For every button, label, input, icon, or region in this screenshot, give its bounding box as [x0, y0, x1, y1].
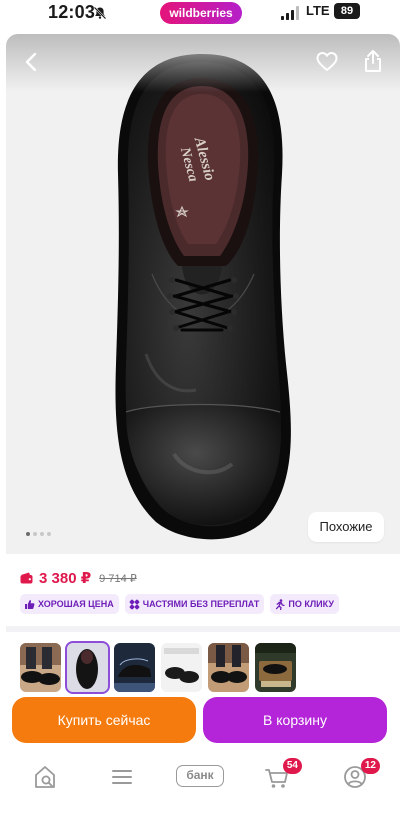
add-to-cart-button[interactable]: В корзину	[203, 697, 387, 743]
section-divider	[6, 626, 400, 632]
badge-label: ХОРОШАЯ ЦЕНА	[38, 599, 114, 609]
gallery-thumbnails	[20, 641, 296, 694]
signal-icon	[281, 6, 299, 20]
thumbnail-image	[20, 643, 61, 692]
carousel-dots	[26, 532, 51, 536]
share-icon[interactable]	[361, 48, 385, 74]
carousel-dot	[33, 532, 37, 536]
bank-tab[interactable]: банк	[176, 765, 224, 787]
brand-pill: wildberries	[160, 2, 242, 24]
battery-indicator: 89	[334, 3, 360, 19]
thumbnail-image	[114, 643, 155, 692]
wallet-icon	[20, 572, 33, 584]
gallery-thumbnail[interactable]	[161, 643, 202, 692]
muted-bell-icon	[93, 6, 107, 20]
thumbnail-image	[208, 643, 249, 692]
gallery-thumbnail[interactable]	[20, 643, 61, 692]
thumbs-up-icon	[25, 599, 35, 609]
gallery-thumbnail[interactable]	[114, 643, 155, 692]
thumbnail-image	[255, 643, 296, 692]
bottom-navigation: банк 54 12	[0, 754, 406, 804]
hero-top-gradient	[6, 34, 400, 92]
carousel-dot	[26, 532, 30, 536]
thumbnail-image	[67, 643, 108, 692]
badge-label: ПО КЛИКУ	[288, 599, 334, 609]
similar-button[interactable]: Похожие	[308, 512, 384, 542]
gallery-thumbnail[interactable]	[255, 643, 296, 692]
thumbnail-image	[161, 643, 202, 692]
carousel-dot	[40, 532, 44, 536]
badge-one-click[interactable]: ПО КЛИКУ	[270, 594, 339, 614]
product-photo-shoe: Alessio Nesca	[115, 54, 291, 540]
runner-icon	[276, 598, 286, 610]
buy-now-button[interactable]: Купить сейчас	[12, 697, 196, 743]
product-image-carousel[interactable]: Alessio Nesca Похожие	[6, 34, 400, 554]
cart-tab[interactable]: 54	[264, 758, 302, 792]
status-bar: 12:03 wildberries LTE 89	[0, 0, 406, 28]
network-type: LTE	[306, 3, 330, 18]
badge-label: ЧАСТЯМИ БЕЗ ПЕРЕПЛАТ	[142, 599, 260, 609]
carousel-dot	[47, 532, 51, 536]
profile-count-badge: 12	[360, 758, 380, 774]
badge-good-price[interactable]: ХОРОШАЯ ЦЕНА	[20, 594, 119, 614]
old-price: 9 714 ₽	[99, 572, 137, 585]
menu-icon[interactable]	[111, 762, 133, 792]
status-time: 12:03	[48, 2, 96, 22]
current-price: 3 380 ₽	[39, 570, 92, 587]
back-arrow-icon[interactable]	[20, 50, 44, 74]
price-row: 3 380 ₽ 9 714 ₽	[20, 567, 137, 589]
split-payment-icon	[129, 599, 140, 609]
home-search-icon[interactable]	[33, 762, 57, 792]
cart-count-badge: 54	[282, 758, 302, 774]
profile-tab[interactable]: 12	[342, 758, 380, 792]
gallery-thumbnail-selected[interactable]	[65, 641, 110, 694]
badges-row: ХОРОШАЯ ЦЕНА ЧАСТЯМИ БЕЗ ПЕРЕПЛАТ ПО КЛИ…	[20, 594, 339, 614]
favorite-heart-icon[interactable]	[315, 50, 339, 74]
gallery-thumbnail[interactable]	[208, 643, 249, 692]
badge-installments[interactable]: ЧАСТЯМИ БЕЗ ПЕРЕПЛАТ	[124, 594, 265, 614]
